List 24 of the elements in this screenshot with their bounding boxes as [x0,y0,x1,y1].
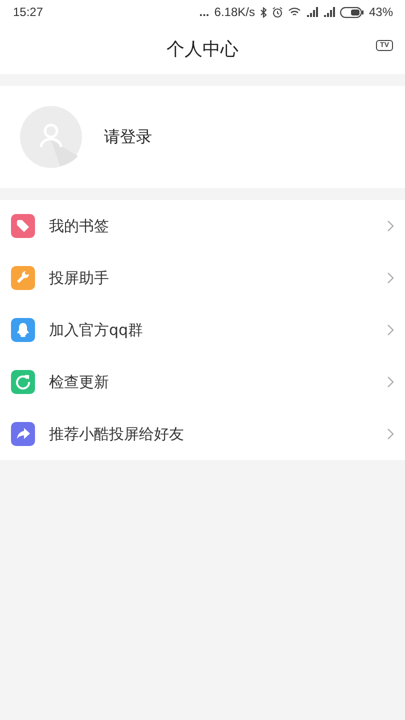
menu-item[interactable]: 推荐小酷投屏给好友 [0,408,405,460]
status-more: ... [199,5,210,19]
profile-card[interactable]: 请登录 [0,86,405,188]
chevron-icon [387,376,394,388]
battery-icon [340,6,364,18]
signal-icon [322,7,335,17]
menu-item[interactable]: 检查更新 [0,356,405,408]
menu-item[interactable]: 投屏助手 [0,252,405,304]
chevron-icon [387,220,394,232]
page-title: 个人中心 [166,38,238,61]
bluetooth-icon [260,6,267,18]
chevron-icon [387,428,394,440]
battery-percent: 43% [368,5,393,19]
chevron-icon [387,324,394,336]
menu-item[interactable]: 我的书签 [0,200,405,252]
alarm-icon [272,6,283,18]
login-text: 请登录 [104,126,152,148]
wifi-icon [288,7,301,17]
chevron-icon [387,272,394,284]
network-speed: 6.18K/s [214,5,255,19]
avatar-icon [20,106,82,168]
menu-item[interactable]: 加入官方qq群 [0,304,405,356]
status-time: 15:27 [13,5,44,19]
signal-icon [306,7,318,17]
